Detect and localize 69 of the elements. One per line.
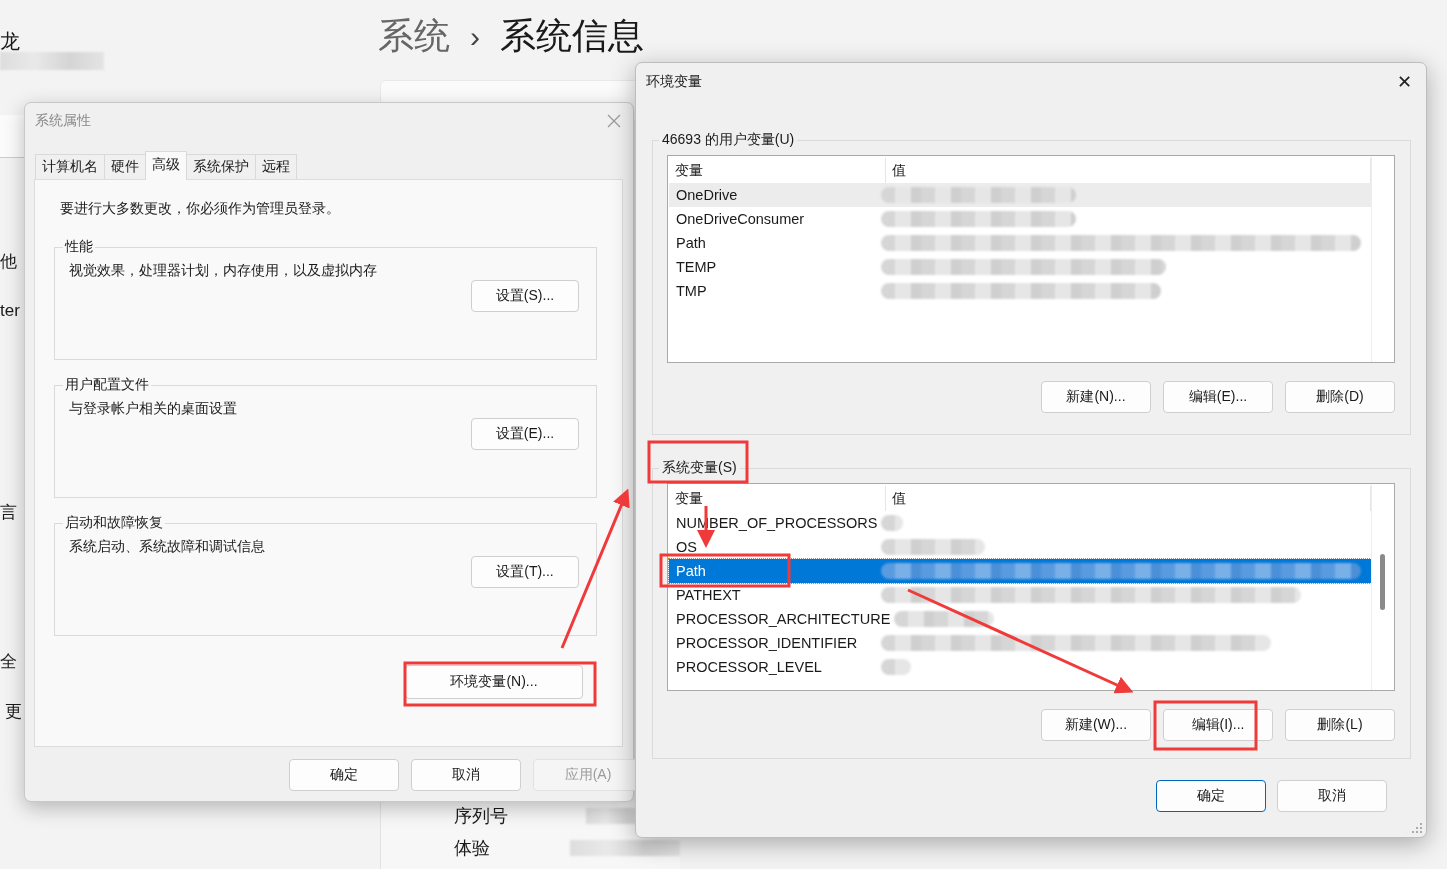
blurred-value (881, 659, 911, 675)
group-title: 启动和故障恢复 (64, 514, 164, 532)
column-header[interactable]: 变量 (669, 486, 886, 511)
blurred-value (881, 515, 904, 531)
sidebar-item[interactable]: ter (0, 301, 20, 321)
tab[interactable]: 计算机名 (35, 154, 105, 179)
tab[interactable]: 远程 (255, 154, 297, 179)
variable-name: PROCESSOR_ARCHITECTURE (675, 610, 892, 629)
column-header[interactable]: 值 (886, 486, 1371, 511)
list-button[interactable]: 新建(W)... (1041, 709, 1151, 741)
environment-variables-button[interactable]: 环境变量(N)... (405, 665, 583, 699)
list-button[interactable]: 删除(D) (1285, 381, 1395, 413)
list-row[interactable]: PROCESSOR_IDENTIFIER (669, 631, 1371, 655)
close-button[interactable]: ✕ (1390, 71, 1418, 93)
window-title: 环境变量 (646, 73, 702, 91)
sidebar-item[interactable]: 他 (0, 250, 17, 273)
group-title: 用户配置文件 (64, 376, 150, 394)
variable-name: OS (675, 538, 698, 557)
variable-name: TMP (675, 282, 708, 301)
info-label: 体验 (454, 837, 490, 860)
info-label: 序列号 (454, 805, 506, 828)
dialog-button[interactable]: 确定 (289, 759, 399, 791)
list-row[interactable]: TEMP (669, 255, 1371, 279)
group-title: 46693 的用户变量(U) (661, 131, 796, 149)
resize-grip-icon[interactable] (1411, 822, 1423, 834)
breadcrumb-separator: › (470, 19, 480, 54)
breadcrumb-parent[interactable]: 系统 (378, 12, 450, 61)
list-row[interactable]: OneDrive (669, 183, 1371, 207)
variable-name: OneDriveConsumer (675, 210, 806, 229)
dialog-button[interactable]: 取消 (1277, 780, 1387, 812)
sidebar-item[interactable]: 更 (5, 700, 22, 723)
list-button[interactable]: 新建(N)... (1041, 381, 1151, 413)
list-button[interactable]: 编辑(E)... (1163, 381, 1273, 413)
user-name: 龙 (0, 29, 20, 54)
list-row[interactable]: Path (669, 231, 1371, 255)
dialog-button[interactable]: 确定 (1156, 780, 1266, 812)
window-title: 系统属性 (35, 111, 91, 130)
dialog-button[interactable]: 取消 (411, 759, 521, 791)
variable-name: Path (675, 562, 707, 581)
variable-name: TEMP (675, 258, 718, 277)
list-row[interactable]: PROCESSOR_LEVEL (669, 655, 1371, 679)
variable-name: PATHEXT (675, 586, 742, 605)
list-button[interactable]: 删除(L) (1285, 709, 1395, 741)
variable-name: PROCESSOR_LEVEL (675, 658, 823, 677)
list-row[interactable]: OneDriveConsumer (669, 207, 1371, 231)
list-row[interactable]: OS (669, 535, 1371, 559)
group-description: 系统启动、系统故障和调试信息 (69, 538, 266, 556)
settings-button[interactable]: 设置(S)... (471, 280, 579, 312)
scrollbar-thumb[interactable] (1380, 554, 1385, 610)
tab[interactable]: 高级 (145, 151, 187, 180)
sidebar-item[interactable]: 全 (0, 650, 17, 673)
settings-button[interactable]: 设置(E)... (471, 418, 579, 450)
list-row[interactable]: PATHEXT (669, 583, 1371, 607)
page-title: 系统信息 (500, 14, 644, 58)
notice-text: 要进行大多数更改，你必须作为管理员登录。 (60, 200, 341, 218)
variable-name: Path (675, 234, 707, 253)
group-title: 性能 (63, 238, 94, 256)
list-button[interactable]: 编辑(I)... (1163, 709, 1273, 741)
list-row[interactable]: PROCESSOR_ARCHITECTURE (669, 607, 1371, 631)
settings-button[interactable]: 设置(T)... (471, 556, 579, 588)
close-icon[interactable] (607, 113, 621, 128)
variable-name: PROCESSOR_IDENTIFIER (675, 634, 859, 653)
list-row[interactable]: Path (669, 559, 1371, 583)
sidebar-item[interactable]: 言 (0, 501, 17, 524)
group-title: 系统变量(S) (661, 459, 738, 477)
variable-name: OneDrive (675, 186, 739, 205)
group-description: 与登录帐户相关的桌面设置 (69, 400, 238, 418)
group-description: 视觉效果，处理器计划，内存使用，以及虚拟内存 (69, 262, 378, 280)
list-row[interactable]: TMP (669, 279, 1371, 303)
